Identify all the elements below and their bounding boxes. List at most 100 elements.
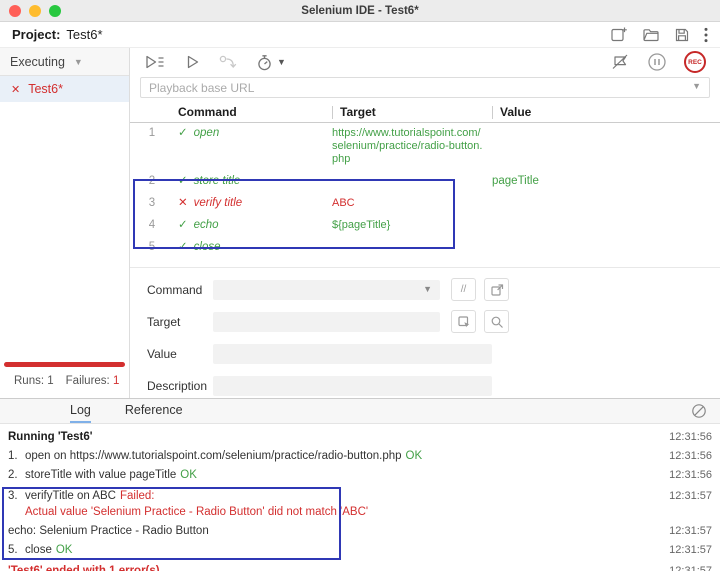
window-controls [0, 4, 61, 17]
test-speed-control[interactable]: ▼ [256, 54, 286, 71]
value-field-label: Value [147, 346, 177, 361]
command-row-3[interactable]: 3 ✕ verify title ABC [130, 193, 720, 215]
log-entry-text: echo: Selenium Practice - Radio Button [8, 525, 209, 537]
run-summary: Runs: 1 Failures: 1 [0, 362, 129, 398]
save-project-icon[interactable] [674, 27, 690, 43]
command-text: store title [193, 175, 241, 187]
command-row-4[interactable]: 4 ✓ echo ${pageTitle} [130, 215, 720, 237]
log-entry: 5. close OK 12:31:57 [0, 541, 720, 560]
value-column-header: Value [492, 105, 720, 119]
project-row: Project: Test6* [0, 22, 720, 48]
test-sidebar: Executing ▼ ✕ Test6* Runs: 1 Failures: 1 [0, 48, 130, 398]
zoom-window-button[interactable] [49, 4, 61, 17]
open-project-icon[interactable] [642, 27, 660, 42]
command-text: open [193, 127, 220, 139]
command-field-label: Command [147, 282, 203, 297]
row-number: 5 [148, 241, 156, 253]
disable-breakpoints-button[interactable] [610, 53, 630, 71]
failures-count: Failures: 1 [65, 375, 120, 387]
clear-log-icon[interactable] [691, 403, 707, 419]
chevron-down-icon: ▼ [277, 57, 286, 67]
log-timestamp: 12:31:56 [669, 469, 712, 481]
command-row-1[interactable]: 1 ✓ open https://www.tutorialspoint.com/sel… [130, 123, 720, 171]
log-tab-bar: Log Reference [0, 399, 720, 424]
playback-url-row: ▼ [130, 76, 720, 102]
chevron-down-icon: ▼ [692, 81, 701, 91]
log-entry-text: verifyTitle on ABC [25, 490, 116, 502]
open-new-window-button[interactable] [484, 278, 509, 301]
tests-dropdown[interactable]: Executing ▼ [0, 48, 129, 76]
log-entry-text: 'Test6' ended with 1 error(s) [8, 565, 160, 571]
log-entry-status: OK [55, 544, 73, 556]
log-entry: 2. storeTitle with value pageTitle OK 12:31… [0, 466, 720, 485]
command-text: close [193, 241, 221, 253]
row-target: https://www.tutorialspoint.com/selenium/… [332, 127, 483, 165]
new-project-icon[interactable] [610, 26, 628, 43]
log-timestamp: 12:31:57 [669, 544, 712, 556]
search-target-icon[interactable] [484, 310, 509, 333]
command-column-header: Command [178, 105, 237, 119]
pause-on-exceptions-button[interactable] [647, 52, 667, 72]
playback-url-input[interactable] [140, 77, 710, 98]
description-field-label: Description [147, 378, 208, 393]
run-current-test-button[interactable] [185, 54, 200, 70]
select-target-button[interactable] [451, 310, 476, 333]
playback-toolbar: ▼ REC [130, 48, 720, 76]
log-entry-number: 1. [8, 450, 18, 462]
row-target: ABC [332, 197, 355, 209]
record-button[interactable]: REC [684, 51, 706, 73]
test-list-item[interactable]: ✕ Test6* [0, 76, 129, 102]
check-icon: ✓ [178, 175, 188, 187]
log-timestamp: 12:31:56 [669, 450, 712, 462]
command-table-body: 1 ✓ open https://www.tutorialspoint.com/sel… [130, 123, 720, 259]
row-value [492, 127, 720, 166]
log-entries: Running 'Test6' 12:31:56 1. open on https:/… [0, 424, 720, 571]
test-progress-bar [4, 362, 125, 367]
cross-icon: ✕ [178, 197, 188, 209]
command-select[interactable]: ▼ [213, 279, 440, 300]
project-name: Test6* [66, 27, 103, 42]
titlebar: Selenium IDE - Test6* [0, 0, 720, 22]
test-name: Test6* [28, 82, 63, 96]
log-entry-status: Failed: [119, 490, 155, 502]
log-panel: Log Reference Running 'Test6' 12:31:56 1. o… [0, 398, 720, 571]
command-text: verify title [193, 197, 243, 209]
log-entry-status: OK [180, 469, 197, 481]
run-all-tests-button[interactable] [144, 54, 166, 70]
tab-log[interactable]: Log [70, 403, 91, 423]
kebab-menu-icon[interactable] [704, 27, 708, 43]
row-target: ${pageTitle} [332, 219, 391, 231]
close-window-button[interactable] [9, 4, 21, 17]
comment-toggle-button[interactable]: // [451, 278, 476, 301]
target-input[interactable] [213, 311, 440, 332]
value-input[interactable] [213, 343, 492, 364]
log-entry-text: open on https://www.tutorialspoint.com/s… [25, 450, 402, 462]
log-entry-status: OK [405, 450, 423, 462]
workspace: Executing ▼ ✕ Test6* Runs: 1 Failures: 1 [0, 48, 720, 398]
minimize-window-button[interactable] [29, 4, 41, 17]
tab-reference[interactable]: Reference [125, 403, 183, 423]
row-number: 2 [148, 175, 156, 187]
row-value [492, 241, 720, 254]
target-field-label: Target [147, 314, 181, 329]
log-timestamp: 12:31:57 [669, 565, 712, 571]
row-command: ✕ verify title [174, 197, 332, 210]
chevron-down-icon: ▼ [423, 283, 432, 294]
row-number: 4 [148, 219, 156, 231]
log-entry: echo: Selenium Practice - Radio Button 12… [0, 522, 720, 541]
log-timestamp: 12:31:57 [669, 525, 712, 537]
log-entry-text: close [25, 544, 52, 556]
check-icon: ✓ [178, 219, 188, 231]
step-over-button[interactable] [219, 54, 237, 70]
log-entry-number: 2. [8, 469, 18, 481]
description-input[interactable] [213, 375, 492, 396]
row-value [492, 197, 720, 210]
row-value: pageTitle [492, 175, 539, 187]
stopwatch-icon [256, 54, 273, 71]
row-target [332, 175, 492, 188]
command-row-2[interactable]: 2 ✓ store title pageTitle [130, 171, 720, 193]
chevron-down-icon: ▼ [73, 56, 83, 67]
log-entry: 1. open on https://www.tutorialspoint.com… [0, 447, 720, 466]
command-row-5[interactable]: 5 ✓ close [130, 237, 720, 259]
main-panel: ▼ REC ▼ Command Target Value [130, 48, 720, 398]
